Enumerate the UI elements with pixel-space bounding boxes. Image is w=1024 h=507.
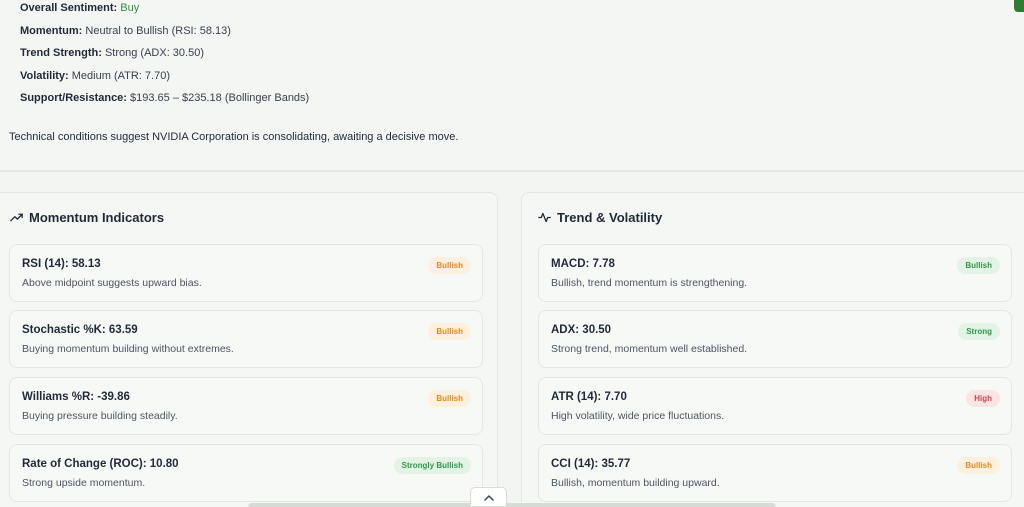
momentum-panel-header: Momentum Indicators: [10, 210, 164, 225]
volatility-label: Volatility:: [20, 70, 69, 82]
status-badge: Bullish: [428, 257, 471, 274]
status-badge: Bullish: [957, 257, 1000, 274]
support-resistance-label: Support/Resistance:: [20, 92, 127, 104]
indicator-description: High volatility, wide price fluctuations…: [551, 410, 725, 422]
indicator-description: Buying momentum building without extreme…: [22, 343, 234, 355]
indicator-title: Stochastic %K: 63.59: [22, 324, 138, 336]
status-badge: Strong: [958, 323, 1000, 340]
chevron-up-icon: [483, 494, 494, 501]
indicator-title: MACD: 7.78: [551, 258, 615, 270]
summary-note: Technical conditions suggest NVIDIA Corp…: [9, 131, 459, 143]
trend-strength-label: Trend Strength:: [20, 47, 102, 59]
status-badge: Strongly Bullish: [393, 457, 471, 474]
status-badge: High: [966, 390, 1000, 407]
indicator-description: Strong upside momentum.: [22, 477, 146, 489]
trend-strength-value: Strong (ADX: 30.50): [104, 47, 205, 59]
momentum-panel-title: Momentum Indicators: [29, 210, 165, 225]
indicator-card-williams: Williams %R: -39.86 Buying pressure buil…: [9, 377, 483, 435]
momentum-indicators-panel: Momentum Indicators RSI (14): 58.13 Abov…: [0, 192, 498, 507]
volatility-row: Volatility: Medium (ATR: 7.70): [20, 70, 170, 82]
indicator-title: CCI (14): 35.77: [551, 458, 631, 470]
indicator-card-adx: ADX: 30.50 Strong trend, momentum well e…: [538, 310, 1012, 368]
indicator-card-macd: MACD: 7.78 Bullish, trend momentum is st…: [538, 244, 1012, 302]
indicator-card-rsi: RSI (14): 58.13 Above midpoint suggests …: [9, 244, 483, 302]
trend-panel-title: Trend & Volatility: [557, 210, 663, 225]
indicator-description: Above midpoint suggests upward bias.: [22, 277, 202, 289]
indicator-description: Bullish, trend momentum is strengthening…: [551, 277, 748, 289]
trend-panel-header: Trend & Volatility: [538, 210, 662, 225]
indicator-description: Bullish, momentum building upward.: [551, 477, 720, 489]
indicator-title: RSI (14): 58.13: [22, 258, 101, 270]
technical-analysis-page: Overall Sentiment: Buy Momentum: Neutral…: [0, 0, 1024, 507]
sentiment-value: Buy: [120, 2, 140, 14]
activity-icon: [538, 212, 551, 223]
trend-volatility-panel: Trend & Volatility MACD: 7.78 Bullish, t…: [521, 192, 1024, 507]
collapse-toggle-button[interactable]: [470, 487, 507, 507]
sentiment-label: Overall Sentiment:: [20, 2, 118, 14]
indicator-title: ADX: 30.50: [551, 324, 612, 336]
summary-section: Overall Sentiment: Buy Momentum: Neutral…: [0, 0, 1024, 172]
indicator-description: Strong trend, momentum well established.: [551, 343, 748, 355]
support-resistance-value: $193.65 – $235.18 (Bollinger Bands): [130, 92, 310, 104]
indicator-title: Rate of Change (ROC): 10.80: [22, 458, 179, 470]
trending-up-icon: [10, 213, 23, 222]
bottom-drawer-bar: [248, 503, 776, 507]
support-resistance-row: Support/Resistance: $193.65 – $235.18 (B…: [20, 92, 309, 104]
indicator-description: Buying pressure building steadily.: [22, 410, 178, 422]
indicator-card-stochastic: Stochastic %K: 63.59 Buying momentum bui…: [9, 310, 483, 368]
indicator-title: ATR (14): 7.70: [551, 391, 627, 403]
momentum-value: Neutral to Bullish (RSI: 58.13): [85, 25, 231, 37]
indicator-card-roc: Rate of Change (ROC): 10.80 Strong upsid…: [9, 444, 483, 502]
indicator-card-atr: ATR (14): 7.70 High volatility, wide pri…: [538, 377, 1012, 435]
indicator-title: Williams %R: -39.86: [22, 391, 130, 403]
corner-indicator: [1014, 0, 1024, 12]
status-badge: Bullish: [428, 323, 471, 340]
status-badge: Bullish: [428, 390, 471, 407]
sentiment-row: Overall Sentiment: Buy: [20, 2, 139, 14]
trend-strength-row: Trend Strength: Strong (ADX: 30.50): [20, 47, 204, 59]
status-badge: Bullish: [957, 457, 1000, 474]
momentum-label: Momentum:: [20, 25, 83, 37]
momentum-row: Momentum: Neutral to Bullish (RSI: 58.13…: [20, 25, 231, 37]
volatility-value: Medium (ATR: 7.70): [71, 70, 170, 82]
indicator-card-cci: CCI (14): 35.77 Bullish, momentum buildi…: [538, 444, 1012, 502]
